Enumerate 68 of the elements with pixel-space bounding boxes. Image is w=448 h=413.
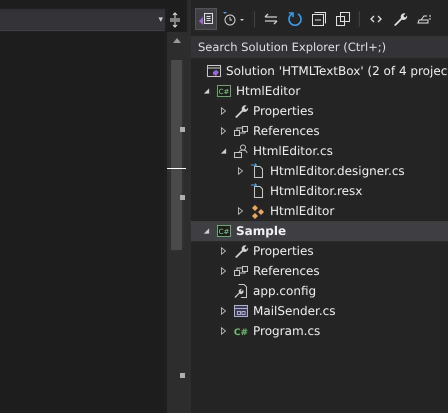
tree-row[interactable]: Solution 'HTMLTextBox' (2 of 4 projec (191, 61, 448, 81)
wrench-icon (233, 103, 249, 119)
item-label: Properties (253, 104, 314, 118)
file-icon (250, 183, 266, 199)
tree-row[interactable]: Properties (191, 241, 448, 261)
collapse-all-icon (311, 11, 327, 27)
tree-row[interactable]: C# Program.cs (191, 321, 448, 341)
tree-row[interactable]: References (191, 121, 448, 141)
collapsed-arrow-icon[interactable] (220, 247, 227, 255)
item-label: Program.cs (253, 324, 320, 338)
solution-icon (206, 63, 222, 79)
item-label: References (253, 124, 320, 138)
wrench-icon (392, 11, 408, 27)
collapsed-arrow-icon[interactable] (220, 127, 227, 135)
search-field[interactable]: Search Solution Explorer (Ctrl+;) (191, 36, 448, 58)
tree-row[interactable]: HtmlEditor.designer.cs (191, 161, 448, 181)
tree-row[interactable]: MailSender.cs (191, 301, 448, 321)
collapsed-arrow-icon[interactable] (220, 107, 227, 115)
item-label: HtmlEditor (236, 84, 300, 98)
file-icon (250, 163, 266, 179)
caret-icon: ▾ (158, 14, 163, 24)
scroll-thumb[interactable] (171, 60, 182, 250)
collapsed-arrow-icon[interactable] (220, 327, 227, 335)
collapsed-arrow-icon[interactable] (237, 167, 244, 175)
wrench-icon (233, 243, 249, 259)
tree-row[interactable]: References (191, 261, 448, 281)
split-icon[interactable] (169, 12, 181, 28)
sync-arrows-icon (263, 11, 279, 27)
item-label: HtmlEditor.resx (270, 184, 362, 198)
tree-row[interactable]: Properties (191, 101, 448, 121)
refresh-icon (287, 11, 303, 27)
clock-dropdown-icon (222, 11, 246, 27)
collapsed-arrow-icon[interactable] (220, 267, 227, 275)
caret-position-marker (167, 168, 186, 169)
references-icon (233, 263, 249, 279)
scroll-marker (180, 195, 185, 200)
item-label: Sample (236, 224, 286, 238)
references-icon (233, 123, 249, 139)
navigation-dropdown[interactable]: ▾ (0, 9, 165, 31)
tree-row[interactable]: HtmlEditor.resx (191, 181, 448, 201)
item-label: HtmlEditor.cs (253, 144, 333, 158)
item-label: Properties (253, 244, 314, 258)
expanded-arrow-icon[interactable] (220, 147, 227, 155)
user-control-icon (233, 143, 249, 159)
scroll-marker (180, 373, 185, 378)
pages-icon (335, 11, 351, 27)
config-file-icon (233, 283, 249, 299)
collapsed-arrow-icon[interactable] (237, 207, 244, 215)
tree-row[interactable]: HtmlEditor.cs (191, 141, 448, 161)
scroll-marker (180, 127, 185, 132)
collapsed-arrow-icon[interactable] (220, 307, 227, 315)
vertical-scrollbar[interactable] (167, 32, 187, 413)
item-label: app.config (253, 284, 316, 298)
tree-row[interactable]: app.config (191, 281, 448, 301)
item-label: Solution 'HTMLTextBox' (2 of 4 projec (226, 64, 448, 78)
item-label: References (253, 264, 320, 278)
tree-row[interactable]: HtmlEditor (191, 201, 448, 221)
item-label: HtmlEditor.designer.cs (270, 164, 405, 178)
expanded-arrow-icon[interactable] (203, 87, 210, 95)
component-icon (250, 203, 266, 219)
csharp-file-icon: C# (233, 323, 249, 339)
scroll-up-icon[interactable] (172, 37, 182, 43)
solution-view-icon (198, 11, 214, 27)
toolbar-button[interactable] (195, 8, 217, 30)
expanded-arrow-icon[interactable] (203, 227, 210, 235)
form-icon (233, 303, 249, 319)
item-label: MailSender.cs (253, 304, 336, 318)
item-label: HtmlEditor (270, 204, 334, 218)
